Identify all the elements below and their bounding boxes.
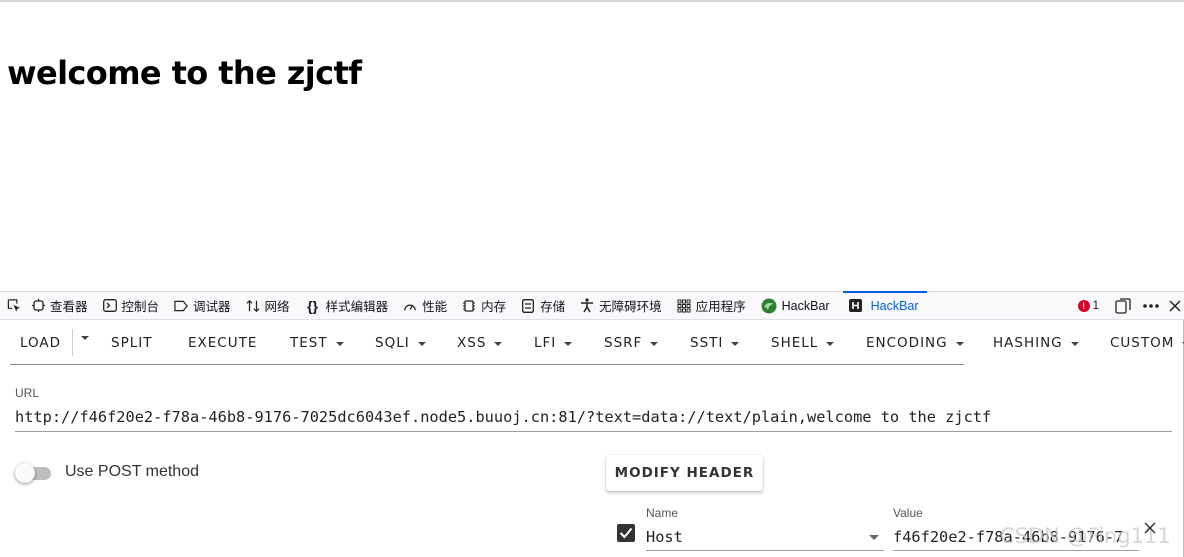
header-name-select[interactable]: Host bbox=[646, 526, 884, 551]
post-method-toggle[interactable] bbox=[15, 462, 55, 484]
tab-console[interactable]: 控制台 bbox=[102, 292, 160, 320]
tab-label: 控制台 bbox=[121, 300, 160, 314]
picker-icon bbox=[7, 299, 21, 313]
chevron-down-icon bbox=[826, 341, 835, 346]
memory-icon bbox=[462, 299, 476, 313]
chevron-down-icon bbox=[335, 341, 344, 346]
hackbar-green-icon bbox=[761, 298, 777, 313]
chevron-down-icon bbox=[564, 341, 573, 346]
remove-header-icon[interactable] bbox=[1144, 521, 1160, 537]
header-value-label: Value bbox=[893, 506, 923, 520]
tab-storage[interactable]: 存储 bbox=[521, 292, 565, 320]
console-icon bbox=[102, 299, 117, 313]
split-button[interactable]: SPLIT bbox=[111, 335, 152, 351]
tab-inspector[interactable]: 查看器 bbox=[31, 292, 88, 320]
top-border bbox=[0, 0, 1184, 2]
application-icon bbox=[677, 299, 691, 313]
ssrf-menu[interactable]: SSRF bbox=[604, 335, 659, 351]
url-label: URL bbox=[15, 386, 40, 400]
tab-label: 样式编辑器 bbox=[325, 300, 389, 314]
chevron-down-icon bbox=[731, 341, 740, 346]
tab-memory[interactable]: 内存 bbox=[462, 292, 506, 320]
tab-accessibility[interactable]: 无障碍环境 bbox=[580, 292, 662, 320]
tab-application[interactable]: 应用程序 bbox=[677, 292, 746, 320]
storage-icon bbox=[521, 298, 535, 313]
chevron-down-icon bbox=[650, 341, 659, 346]
hackbar-panel: LOAD SPLIT EXECUTE TEST SQLI XSS LFI SSR… bbox=[0, 320, 1184, 557]
network-icon bbox=[245, 299, 260, 313]
more-options-icon[interactable] bbox=[1143, 304, 1159, 308]
tab-label: HackBar bbox=[870, 298, 919, 313]
hackbar-toolbar: LOAD SPLIT EXECUTE TEST SQLI XSS LFI SSR… bbox=[10, 320, 964, 365]
performance-icon bbox=[403, 299, 417, 313]
header-enabled-checkbox[interactable] bbox=[617, 524, 635, 542]
load-button[interactable]: LOAD bbox=[20, 335, 61, 351]
close-devtools-icon[interactable] bbox=[1169, 300, 1181, 312]
execute-button[interactable]: EXECUTE bbox=[188, 335, 257, 351]
element-picker-button[interactable] bbox=[7, 292, 26, 320]
test-menu[interactable]: TEST bbox=[290, 335, 344, 351]
post-method-label: Use POST method bbox=[65, 463, 199, 480]
debugger-icon bbox=[174, 299, 188, 313]
modify-header-button[interactable]: MODIFY HEADER bbox=[606, 455, 763, 491]
tab-label: 查看器 bbox=[50, 300, 88, 314]
tab-label: 性能 bbox=[422, 300, 448, 314]
chevron-down-icon bbox=[81, 336, 89, 340]
hackbar-h-icon bbox=[849, 299, 863, 313]
shell-menu[interactable]: SHELL bbox=[771, 335, 835, 351]
tab-label: HackBar bbox=[781, 298, 830, 313]
header-name-label: Name bbox=[646, 506, 679, 520]
tab-performance[interactable]: 性能 bbox=[403, 292, 447, 320]
page-heading: welcome to the zjctf bbox=[7, 54, 362, 92]
tab-label: 内存 bbox=[481, 300, 507, 314]
tab-hackbar[interactable]: HackBar bbox=[842, 290, 927, 320]
style-editor-icon: {} bbox=[307, 297, 319, 314]
lfi-menu[interactable]: LFI bbox=[534, 335, 573, 351]
tab-label: 存储 bbox=[540, 300, 566, 314]
inspector-icon bbox=[31, 299, 45, 313]
chevron-down-icon bbox=[955, 341, 964, 346]
devtools-toolbar: 查看器 控制台 调试器 网络 {} 样式编辑器 性能 内存 存储 无障碍环境 应… bbox=[0, 290, 1184, 320]
error-count-badge[interactable]: ! 1 bbox=[1077, 300, 1099, 312]
chevron-down-icon bbox=[1070, 341, 1079, 346]
tab-label: 应用程序 bbox=[695, 300, 746, 314]
checkmark-icon bbox=[619, 527, 633, 539]
encoding-menu[interactable]: ENCODING bbox=[866, 335, 964, 351]
xss-menu[interactable]: XSS bbox=[457, 335, 503, 351]
tab-hackbar-legacy[interactable]: HackBar bbox=[761, 292, 830, 320]
sqli-menu[interactable]: SQLI bbox=[375, 335, 426, 351]
error-count: 1 bbox=[1092, 300, 1099, 312]
accessibility-icon bbox=[580, 298, 594, 313]
tab-debugger[interactable]: 调试器 bbox=[174, 292, 231, 320]
tab-label: 无障碍环境 bbox=[599, 300, 662, 314]
tab-label: 网络 bbox=[264, 300, 290, 314]
tab-style-editor[interactable]: {} 样式编辑器 bbox=[305, 292, 389, 320]
dock-side-icon[interactable] bbox=[1115, 298, 1131, 314]
tab-network[interactable]: 网络 bbox=[245, 292, 290, 320]
url-input[interactable]: http://f46f20e2-f78a-46b8-9176-7025dc604… bbox=[15, 406, 1172, 432]
hashing-menu[interactable]: HASHING bbox=[993, 335, 1079, 351]
load-separator bbox=[72, 329, 73, 356]
error-icon: ! bbox=[1077, 300, 1090, 312]
toggle-knob bbox=[15, 463, 35, 483]
devtools-right-controls: ! 1 bbox=[1077, 292, 1184, 320]
chevron-down-icon[interactable] bbox=[869, 535, 879, 540]
tab-label: 调试器 bbox=[193, 300, 231, 314]
custom-menu[interactable]: CUSTOM bbox=[1110, 335, 1184, 351]
chevron-down-icon bbox=[494, 341, 503, 346]
ssti-menu[interactable]: SSTI bbox=[690, 335, 740, 351]
load-dropdown[interactable] bbox=[77, 335, 89, 340]
chevron-down-icon bbox=[417, 341, 426, 346]
